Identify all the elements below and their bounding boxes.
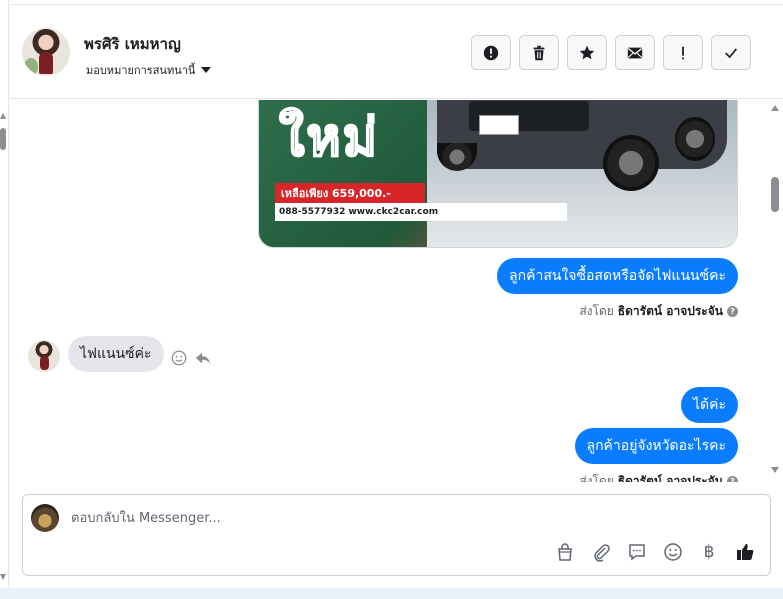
reply-composer: ฿ <box>22 494 771 576</box>
ad-price: เหลือเพียง 659,000.- <box>275 183 425 203</box>
question-circle-icon[interactable]: ? <box>727 476 738 482</box>
star-button[interactable] <box>567 35 607 70</box>
shopping-bag-icon <box>558 543 572 561</box>
scroll-thumb[interactable] <box>771 177 779 212</box>
ad-car-photo <box>427 100 737 247</box>
bottom-strip <box>0 588 783 599</box>
car-wheel <box>675 117 715 161</box>
car-wheel <box>603 135 659 191</box>
payment-button[interactable]: ฿ <box>699 542 719 562</box>
ad-contact-strip: 088-5577932 www.ckc2car.com <box>275 203 567 221</box>
baht-icon: ฿ <box>703 542 715 562</box>
star-icon <box>579 45 595 59</box>
message-hover-actions <box>170 349 212 367</box>
question-circle-icon[interactable]: ? <box>727 306 738 317</box>
page-avatar <box>31 504 59 532</box>
mark-done-button[interactable] <box>711 35 751 70</box>
alert-circle-icon <box>483 45 499 60</box>
shared-ad-image[interactable]: ใหม่ เหลือเพียง 659,000.- 088-5577932 ww… <box>258 100 738 248</box>
contact-avatar-small[interactable] <box>28 340 60 372</box>
car-license-plate <box>479 115 519 135</box>
left-scroll-thumb[interactable] <box>0 128 6 150</box>
incoming-message[interactable]: ไฟแนนซ์ค่ะ <box>68 336 164 372</box>
assign-conversation-dropdown[interactable]: มอบหมายการสนทนานี้ <box>86 61 212 79</box>
spam-button[interactable] <box>471 35 511 70</box>
attach-button[interactable] <box>591 542 611 562</box>
mark-unread-button[interactable] <box>615 35 655 70</box>
check-icon <box>725 47 738 58</box>
follow-up-button[interactable] <box>663 35 703 70</box>
sent-by-label: ส่งโดย ธิดารัตน์ อาจประจัน ? <box>579 302 738 321</box>
sent-by-agent: ธิดารัตน์ อาจประจัน <box>617 304 723 318</box>
left-scroll-down-arrow[interactable] <box>0 574 6 580</box>
like-button[interactable] <box>735 542 755 562</box>
delete-button[interactable] <box>519 35 559 70</box>
outgoing-message[interactable]: ลูกค้าสนใจซื้อสดหรือจัดไฟแนนซ์คะ <box>497 258 738 294</box>
assign-label: มอบหมายการสนทนานี้ <box>86 64 196 77</box>
scroll-up-arrow[interactable] <box>771 105 779 111</box>
paperclip-icon <box>594 544 610 562</box>
contact-name[interactable]: พรศิริ เหมหาญ <box>84 32 181 56</box>
scroll-down-arrow[interactable] <box>771 467 779 473</box>
avatar-background <box>24 58 38 76</box>
reply-icon[interactable] <box>194 349 212 367</box>
smiley-icon <box>664 543 682 561</box>
envelope-icon <box>627 47 643 58</box>
contact-avatar[interactable] <box>22 28 70 76</box>
conversation-header: พรศิริ เหมหาญ มอบหมายการสนทนานี้ <box>10 4 783 99</box>
saved-replies-button[interactable] <box>627 542 647 562</box>
trash-icon <box>533 45 545 60</box>
sent-by-prefix: ส่งโดย <box>579 474 614 482</box>
shop-button[interactable] <box>555 542 575 562</box>
sent-by-label: ส่งโดย ธิดารัตน์ อาจประจัน ? <box>579 472 738 482</box>
reply-input[interactable] <box>71 507 751 529</box>
composer-toolbar: ฿ <box>555 542 755 562</box>
outgoing-message[interactable]: ลูกค้าอยู่จังหวัดอะไรคะ <box>574 428 738 464</box>
conversation-actions <box>471 35 751 70</box>
thread-scrollbar[interactable] <box>768 100 783 480</box>
left-scrollbar[interactable] <box>0 0 9 590</box>
ad-headline: ใหม่ <box>278 107 379 169</box>
message-thread[interactable]: ใหม่ เหลือเพียง 659,000.- 088-5577932 ww… <box>10 100 768 482</box>
smiley-icon[interactable] <box>170 349 188 367</box>
caret-down-icon <box>201 67 212 73</box>
left-scroll-up-arrow[interactable] <box>0 113 6 119</box>
chat-bubble-icon <box>629 544 645 561</box>
messenger-conversation-window: พรศิริ เหมหาญ มอบหมายการสนทนานี้ ใหม่ เห… <box>0 0 783 599</box>
emoji-button[interactable] <box>663 542 683 562</box>
sent-by-agent: ธิดารัตน์ อาจประจัน <box>617 474 723 482</box>
avatar-figure <box>40 356 49 370</box>
thumbs-up-icon <box>737 544 754 560</box>
exclamation-icon <box>682 46 684 59</box>
outgoing-message[interactable]: ได้ค่ะ <box>680 387 738 423</box>
sent-by-prefix: ส่งโดย <box>579 304 614 318</box>
avatar-figure <box>39 52 53 74</box>
